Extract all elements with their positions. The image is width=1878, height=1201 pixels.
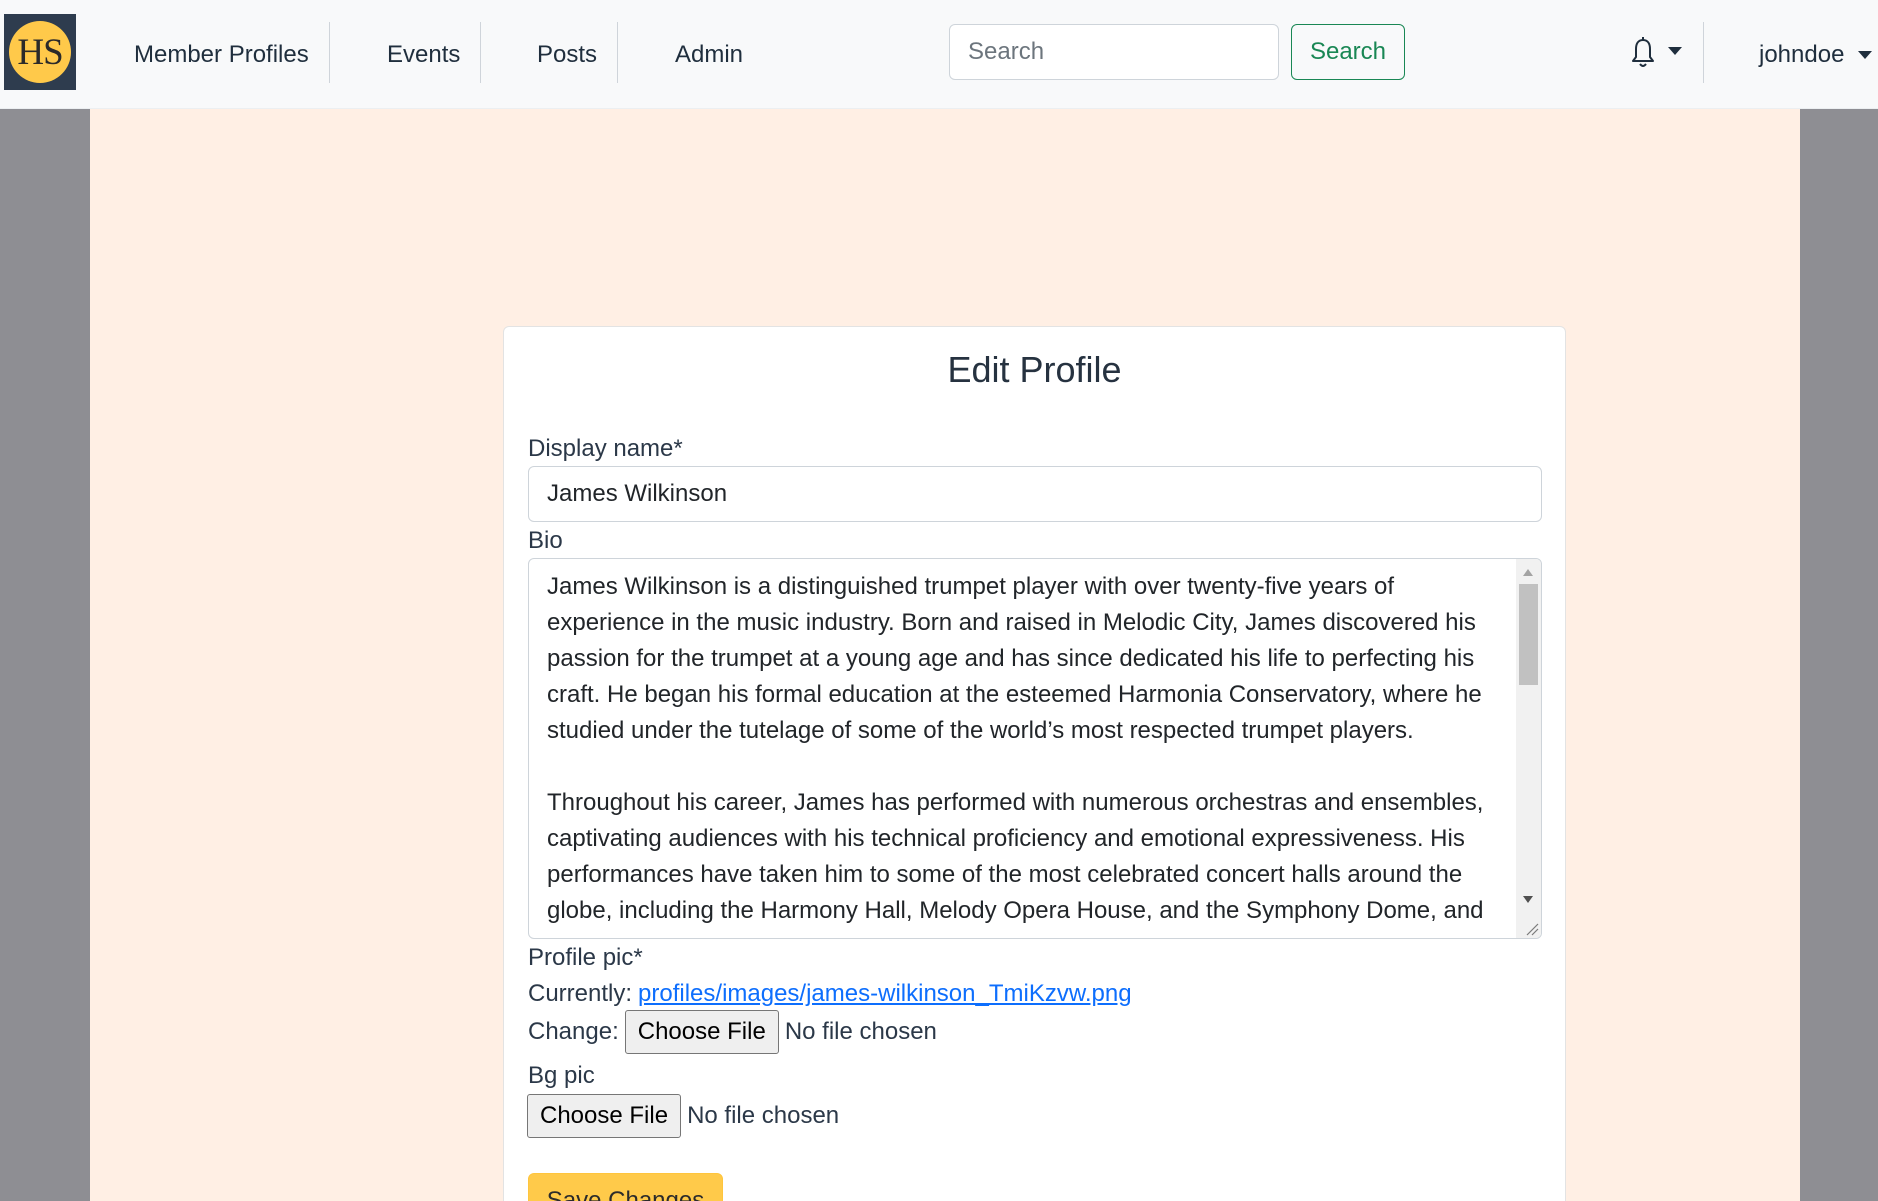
- bg-pic-choose-file-button[interactable]: Choose File: [527, 1094, 682, 1138]
- profile-pic-file-status: No file chosen: [784, 1018, 937, 1045]
- user-menu-dropdown[interactable]: johndoe: [1759, 0, 1873, 109]
- nav-member-profiles[interactable]: Member Profiles: [134, 0, 309, 109]
- bell-icon: [1632, 37, 1682, 67]
- page-title: Edit Profile: [947, 349, 1122, 390]
- bio-textarea[interactable]: James Wilkinson is a distinguished trump…: [528, 558, 1542, 939]
- currently-label: Currently:: [528, 980, 633, 1007]
- resize-grip-icon[interactable]: [1525, 922, 1539, 936]
- current-file-link[interactable]: profiles/images/james-wilkinson_TmiKzvw.…: [638, 980, 1132, 1008]
- nav-events[interactable]: Events: [387, 0, 460, 109]
- chevron-down-icon: [1858, 50, 1873, 59]
- top-navbar: HS Member Profiles Events Posts Admin Se…: [0, 0, 1878, 109]
- scroll-down-icon[interactable]: [1523, 896, 1533, 903]
- main-content: Edit Profile Display name* Bio James Wil…: [90, 109, 1800, 1201]
- bio-label: Bio: [528, 527, 563, 554]
- bg-file-row: Choose File No file chosen: [527, 1092, 840, 1140]
- logo-badge: HS: [9, 21, 71, 83]
- bio-scrollbar[interactable]: [1516, 559, 1541, 938]
- edit-profile-card: Edit Profile Display name* Bio James Wil…: [503, 326, 1566, 1201]
- notifications-dropdown[interactable]: [1632, 36, 1690, 70]
- change-file-row: Change: Choose File No file chosen: [528, 1008, 937, 1056]
- profile-pic-label: Profile pic*: [528, 944, 643, 971]
- display-name-input[interactable]: [528, 466, 1542, 522]
- bg-pic-file-status: No file chosen: [687, 1102, 840, 1129]
- bio-text: James Wilkinson is a distinguished trump…: [547, 573, 1484, 924]
- nav-divider: [1703, 22, 1704, 83]
- display-name-label: Display name*: [528, 435, 683, 462]
- profile-pic-choose-file-button[interactable]: Choose File: [624, 1010, 779, 1054]
- change-label: Change:: [528, 1018, 619, 1045]
- brand-logo[interactable]: HS: [4, 14, 76, 90]
- search-input[interactable]: [949, 24, 1279, 80]
- scroll-thumb[interactable]: [1519, 584, 1538, 685]
- username-label: johndoe: [1759, 40, 1845, 68]
- search-button[interactable]: Search: [1291, 24, 1405, 80]
- nav-divider: [617, 22, 618, 83]
- nav-admin[interactable]: Admin: [675, 0, 743, 109]
- current-file-row: Currently: profiles/images/james-wilkins…: [528, 976, 1132, 1012]
- bg-pic-label: Bg pic: [528, 1062, 595, 1089]
- nav-divider: [480, 22, 481, 83]
- nav-posts[interactable]: Posts: [537, 0, 597, 109]
- nav-divider: [329, 22, 330, 83]
- save-changes-button[interactable]: Save Changes: [528, 1173, 723, 1201]
- scroll-up-icon[interactable]: [1523, 569, 1533, 576]
